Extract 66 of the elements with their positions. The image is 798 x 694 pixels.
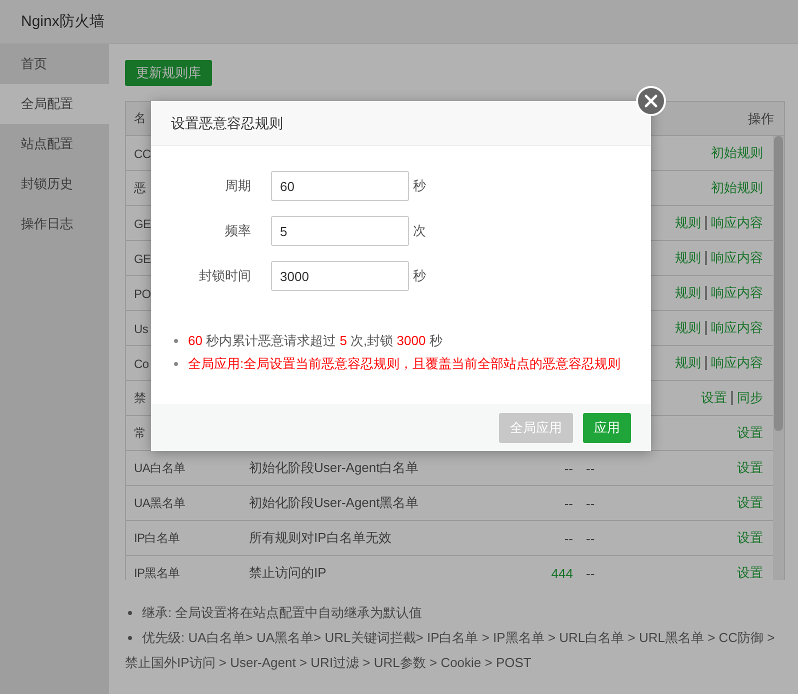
dialog-title: 设置恶意容忍规则: [151, 101, 651, 146]
table-cell: UA白名单: [134, 460, 186, 476]
table-cell: Us: [134, 322, 148, 336]
column-header: 名: [134, 110, 146, 127]
table-cell-text: --: [585, 566, 596, 580]
table-cell-text: 初始化阶段User-Agent白名单: [248, 460, 419, 475]
action-link[interactable]: 响应内容: [711, 249, 763, 267]
input-field[interactable]: 60: [271, 171, 409, 201]
action-link[interactable]: 设置: [701, 389, 727, 407]
table-cell-text: 初始化阶段User-Agent黑名单: [248, 495, 419, 510]
action-link[interactable]: 规则: [675, 284, 701, 302]
action-link[interactable]: 设置: [737, 459, 763, 477]
table-cell: CC: [134, 146, 151, 160]
table-cell: UA黑名单: [134, 494, 186, 512]
action-link[interactable]: 设置: [737, 494, 763, 512]
action-link[interactable]: 初始规则: [711, 179, 763, 197]
table-cell-text: --: [563, 530, 574, 546]
table-cell-text: --: [563, 496, 574, 510]
table-cell-text: --: [585, 530, 596, 546]
action-link[interactable]: 响应内容: [711, 319, 763, 337]
action-link[interactable]: 同步: [737, 389, 763, 407]
field-label: 频率: [224, 222, 251, 240]
scrollbar[interactable]: [773, 136, 784, 580]
table-cell: PO: [134, 286, 151, 300]
table-cell-text: --: [585, 460, 596, 476]
table-cell-text: 所有规则对IP白名单无效: [248, 530, 392, 545]
window-title: Nginx防火墙: [0, 0, 798, 44]
action-link[interactable]: 规则: [675, 214, 701, 232]
table-cell: 常: [134, 424, 146, 442]
table-cell: GE: [134, 252, 151, 266]
bullet-icon: [174, 339, 178, 343]
action-link[interactable]: 设置: [737, 564, 763, 580]
table-cell-text: 禁止访问的IP: [248, 565, 326, 580]
action-link[interactable]: 响应内容: [711, 354, 763, 372]
action-link[interactable]: 规则: [675, 319, 701, 337]
unit-label: 次: [413, 222, 426, 240]
action-link[interactable]: 设置: [737, 424, 763, 442]
action-link[interactable]: 响应内容: [711, 284, 763, 302]
table-cell: IP黑名单: [134, 564, 180, 580]
action-link[interactable]: 规则: [675, 249, 701, 267]
field-label: 周期: [224, 177, 251, 195]
table-cell: 恶: [134, 180, 146, 196]
count-link[interactable]: 444: [487, 566, 577, 580]
bullet-icon: [174, 362, 178, 366]
update-rules-button[interactable]: 更新规则库: [125, 60, 212, 86]
table-cell-text: --: [585, 496, 596, 510]
input-field[interactable]: 3000: [271, 261, 409, 291]
warning-text: 全局应用:全局设置当前恶意容忍规则，且覆盖当前全部站点的恶意容忍规则: [188, 356, 621, 371]
action-link[interactable]: 响应内容: [711, 214, 763, 232]
action-link[interactable]: 设置: [737, 529, 763, 547]
apply-button[interactable]: 应用: [583, 412, 631, 442]
field-label: 封锁时间: [198, 267, 251, 285]
action-link[interactable]: 规则: [675, 354, 701, 372]
summary-text: 60 秒内累计恶意请求超过 5 次,封锁 3000 秒: [188, 333, 442, 348]
sidebar-item[interactable]: 全局配置: [0, 84, 109, 124]
table-cell-text: --: [563, 460, 574, 476]
table-cell: GE: [134, 216, 151, 230]
action-link[interactable]: 初始规则: [711, 144, 763, 162]
table-cell: Co: [134, 356, 149, 370]
table-cell: 禁: [134, 390, 146, 406]
column-header: 操作: [747, 110, 775, 128]
table-cell: IP白名单: [134, 530, 180, 546]
close-icon[interactable]: [636, 86, 666, 116]
unit-label: 秒: [413, 177, 426, 195]
unit-label: 秒: [413, 267, 426, 285]
input-field[interactable]: 5: [271, 216, 409, 246]
